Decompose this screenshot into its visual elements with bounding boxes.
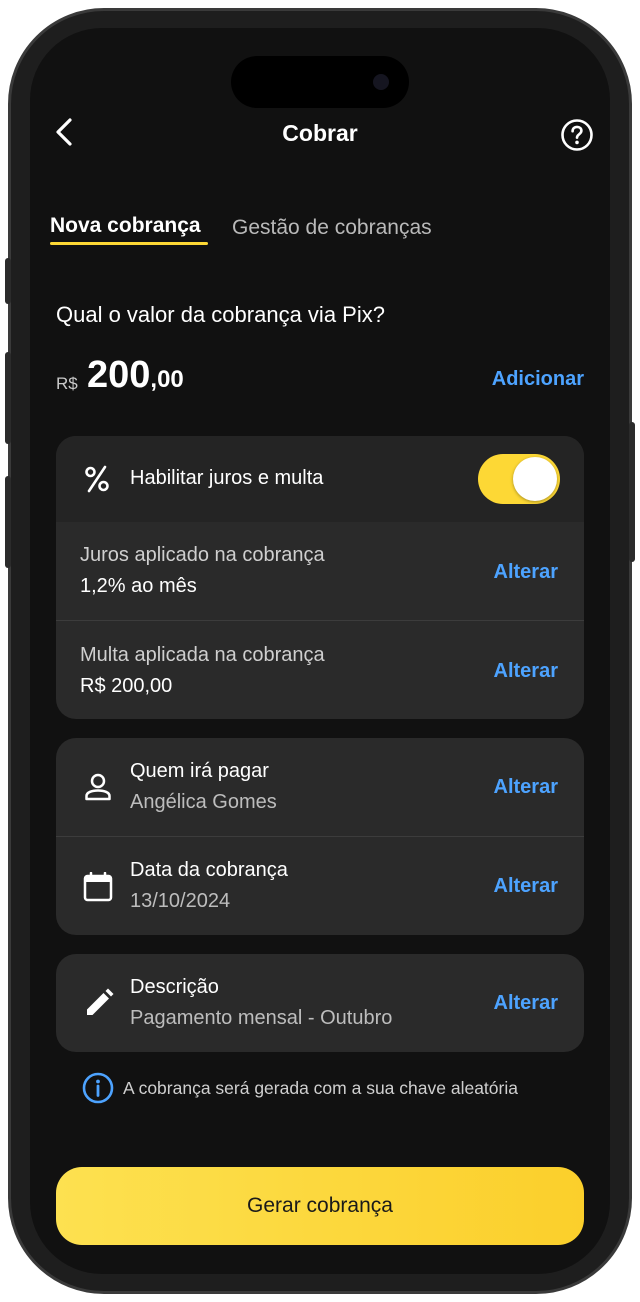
tab-nova-cobranca[interactable]: Nova cobrança — [50, 214, 201, 238]
toggle-label: Habilitar juros e multa — [130, 467, 324, 489]
help-circle-icon — [561, 119, 593, 151]
toggle-knob — [513, 457, 557, 501]
amount-question: Qual o valor da cobrança via Pix? — [56, 302, 385, 327]
payer-row: Quem irá pagar Angélica Gomes Alterar — [56, 738, 584, 836]
interest-alter-button[interactable]: Alterar — [494, 561, 558, 584]
mute-switch — [5, 258, 11, 304]
description-row: Descrição Pagamento mensal - Outubro Alt… — [56, 954, 584, 1052]
power-button — [629, 422, 635, 562]
description-value: Pagamento mensal - Outubro — [130, 1007, 393, 1029]
front-camera — [373, 74, 389, 90]
payer-value: Angélica Gomes — [130, 791, 277, 813]
amount-integer: 200 — [87, 354, 151, 396]
description-card: Descrição Pagamento mensal - Outubro Alt… — [56, 954, 584, 1052]
payer-date-card: Quem irá pagar Angélica Gomes Alterar Da… — [56, 738, 584, 935]
date-row: Data da cobrança 13/10/2024 Alterar — [56, 836, 584, 935]
generate-charge-button[interactable]: Gerar cobrança — [56, 1167, 584, 1245]
interest-row: Juros aplicado na cobrança 1,2% ao mês A… — [56, 522, 584, 620]
description-alter-button[interactable]: Alterar — [494, 992, 558, 1015]
percent-icon — [84, 464, 110, 499]
amount-value[interactable]: 200,00 — [87, 354, 184, 397]
interest-toggle-switch[interactable] — [478, 454, 560, 504]
fine-value: R$ 200,00 — [80, 675, 173, 697]
app-screen: Cobrar Nova cobrança Gestão de cobranças… — [30, 28, 610, 1274]
fine-alter-button[interactable]: Alterar — [494, 660, 558, 683]
payer-label: Quem irá pagar — [130, 760, 269, 782]
interest-fine-card: Habilitar juros e multa Juros aplicado n… — [56, 436, 584, 719]
amount-cents: ,00 — [150, 366, 184, 393]
dynamic-island — [231, 56, 409, 108]
info-icon — [82, 1072, 114, 1104]
volume-up-button — [5, 352, 11, 444]
page-title: Cobrar — [282, 120, 358, 146]
calendar-icon — [83, 871, 113, 907]
interest-label: Juros aplicado na cobrança — [80, 544, 325, 566]
help-button[interactable] — [560, 118, 594, 152]
person-icon — [84, 772, 112, 807]
fine-label: Multa aplicada na cobrança — [80, 644, 325, 666]
date-value: 13/10/2024 — [130, 890, 231, 912]
fine-row: Multa aplicada na cobrança R$ 200,00 Alt… — [56, 620, 584, 719]
pencil-icon — [84, 988, 114, 1023]
active-tab-indicator — [50, 242, 208, 245]
interest-toggle-row[interactable]: Habilitar juros e multa — [56, 436, 584, 522]
interest-value: 1,2% ao mês — [80, 575, 197, 597]
info-text: A cobrança será gerada com a sua chave a… — [123, 1078, 518, 1098]
currency-symbol: R$ — [56, 374, 78, 393]
date-label: Data da cobrança — [130, 859, 288, 881]
add-button[interactable]: Adicionar — [458, 368, 584, 391]
date-alter-button[interactable]: Alterar — [494, 875, 558, 898]
description-label: Descrição — [130, 976, 219, 998]
tab-gestao-de-cobrancas[interactable]: Gestão de cobranças — [232, 216, 432, 240]
payer-alter-button[interactable]: Alterar — [494, 776, 558, 799]
volume-down-button — [5, 476, 11, 568]
